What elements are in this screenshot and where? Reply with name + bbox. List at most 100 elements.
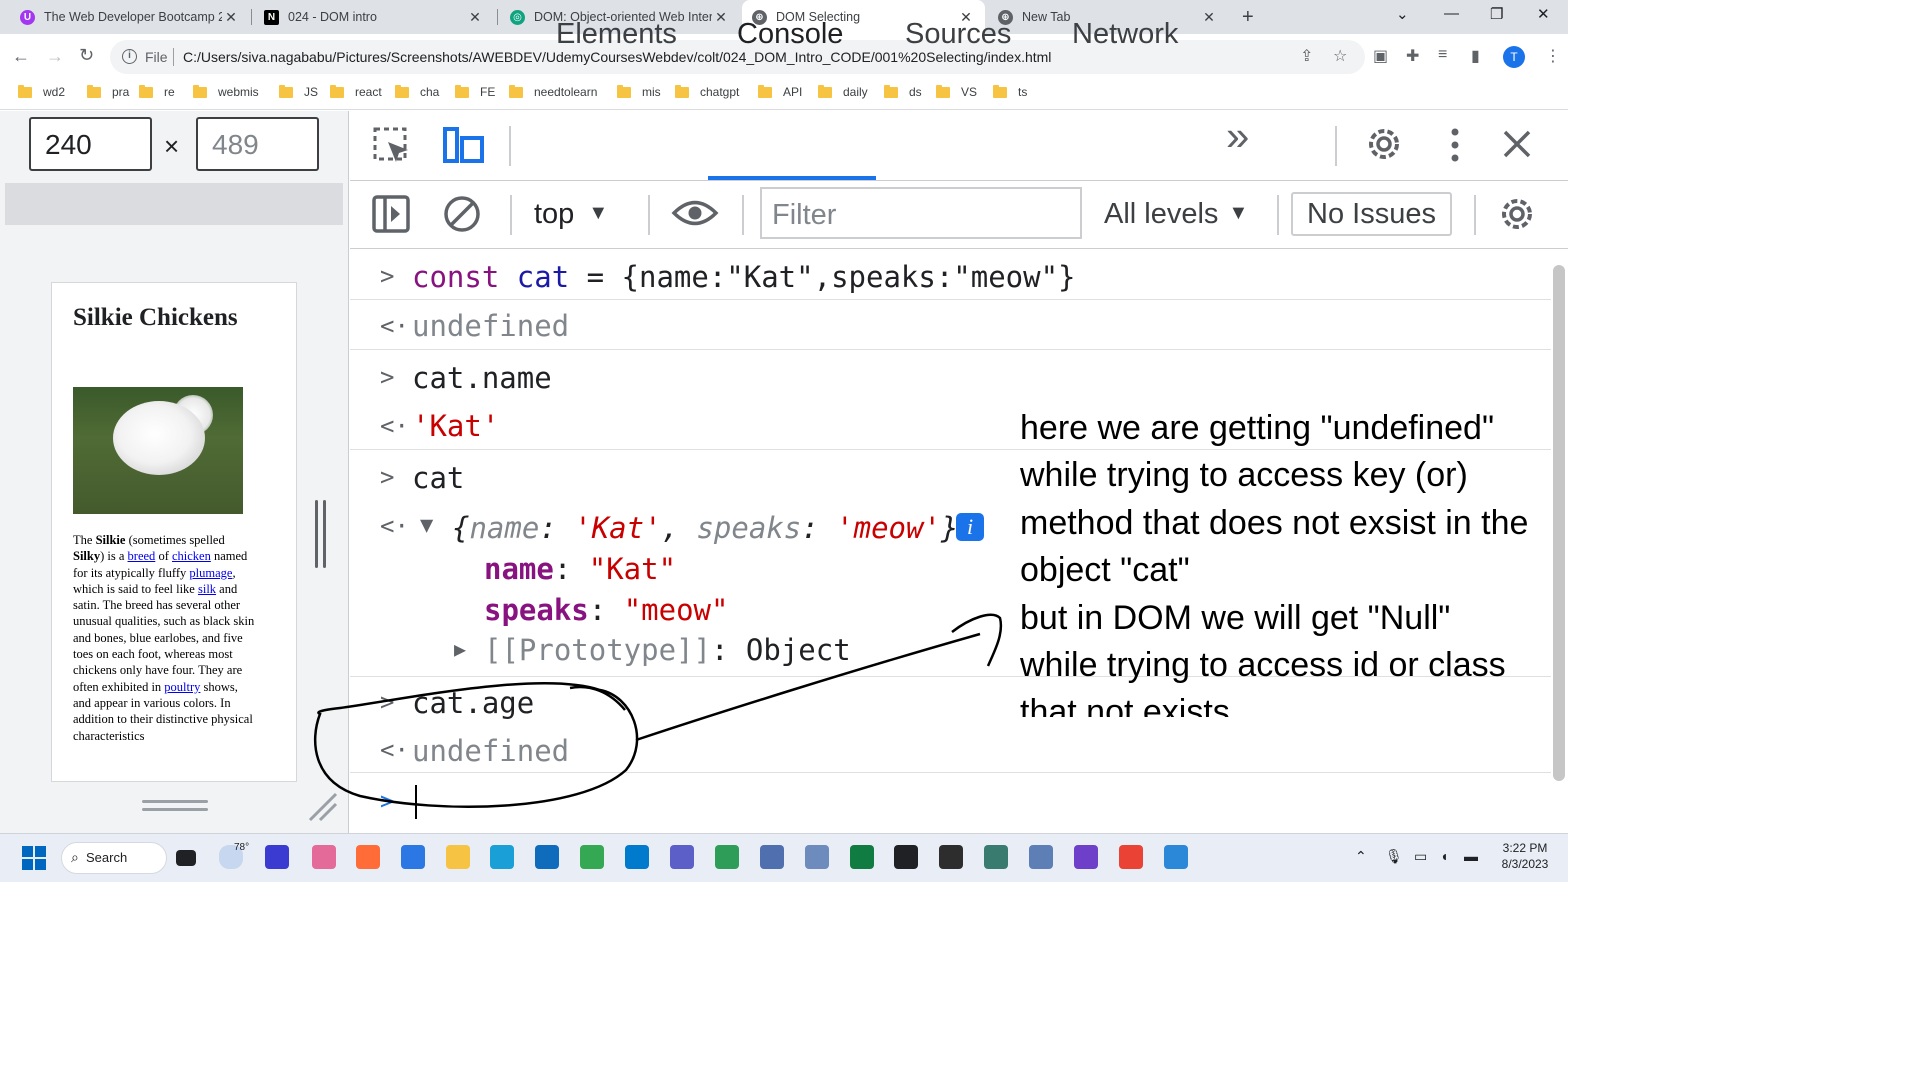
height-input[interactable]: 489 [196,117,319,171]
bookmark-needtolearn[interactable]: needtolearn [509,84,597,99]
app-icon[interactable] [984,845,1008,869]
windows-start-icon[interactable] [22,846,46,870]
wiki-link[interactable]: breed [128,549,156,563]
tab-network[interactable]: Network [1072,18,1178,51]
browser-tab[interactable]: N 024 - DOM intro ✕ [254,0,494,34]
console-result[interactable]: undefined [412,309,569,343]
viewport-width-resizer[interactable] [315,500,327,568]
maximize-button[interactable]: ❐ [1490,5,1503,23]
monitor-icon[interactable] [805,845,829,869]
maps-icon[interactable] [715,845,739,869]
bookmark-js[interactable]: JS [279,84,318,99]
console-filter-input[interactable]: Filter [760,187,1082,239]
more-options-icon[interactable] [1448,126,1462,166]
tab-console[interactable]: Console [737,18,843,51]
side-panel-icon[interactable]: ▮ [1471,46,1480,66]
bookmark-ts[interactable]: ts [993,84,1027,99]
reading-list-icon[interactable]: ≡ [1438,46,1447,64]
webex-icon[interactable] [265,845,289,869]
wiki-link[interactable]: silk [198,582,216,596]
bookmark-cha[interactable]: cha [395,84,439,99]
back-icon[interactable]: ← [12,46,30,67]
bookmark-star-icon[interactable]: ☆ [1333,46,1347,66]
expand-triangle-icon[interactable]: ▼ [420,513,433,538]
inspect-element-icon[interactable] [372,126,412,166]
tab-sources[interactable]: Sources [905,18,1011,51]
viewport-height-resizer[interactable] [142,800,208,812]
github-icon[interactable] [1074,845,1098,869]
system-clock[interactable]: 3:22 PM 8/3/2023 [1494,840,1556,872]
bookmark-react[interactable]: react [330,84,382,99]
width-input[interactable]: 240 [29,117,152,171]
media-query-bar[interactable] [5,183,343,225]
taskbar-search[interactable]: ⌕ Search [61,842,167,874]
bookmark-chatgpt[interactable]: chatgpt [675,84,739,99]
console-settings-gear-icon[interactable] [1497,194,1537,234]
extensions-icon[interactable]: ✚ [1406,46,1419,66]
new-tab-button[interactable]: + [1242,6,1254,29]
close-window-button[interactable]: ✕ [1537,5,1550,23]
bookmark-webmis[interactable]: webmis [193,84,259,99]
bookmark-pra[interactable]: pra [87,84,129,99]
chrome-icon[interactable] [580,845,604,869]
issues-button[interactable]: No Issues [1291,192,1452,236]
bookmark-mis[interactable]: mis [617,84,661,99]
bookmark-vs[interactable]: VS [936,84,977,99]
more-tabs-icon[interactable]: » [1226,112,1249,160]
outlook-icon[interactable] [535,845,559,869]
live-expression-eye-icon[interactable] [671,196,719,230]
postman-icon[interactable] [356,845,380,869]
wiki-link[interactable]: chicken [172,549,211,563]
cmd-icon[interactable] [939,845,963,869]
terminal-icon[interactable] [894,845,918,869]
wiki-link[interactable]: poultry [164,680,200,694]
console-input[interactable]: const cat = {name:"Kat",speaks:"meow"} [412,260,1076,294]
menu-icon[interactable]: ⋮ [1545,46,1561,66]
reload-icon[interactable]: ↻ [79,45,94,66]
tab-elements[interactable]: Elements [556,18,677,51]
network-icon[interactable] [760,845,784,869]
mail-icon[interactable] [1029,845,1053,869]
tab-search-icon[interactable]: ⌄ [1396,5,1409,23]
profile-avatar[interactable]: T [1503,46,1525,68]
info-badge-icon[interactable]: i [956,513,984,541]
console-input[interactable]: cat [412,461,464,495]
browser-tab[interactable]: U The Web Developer Bootcamp 20 ✕ [10,0,250,34]
show-hidden-icons[interactable]: ⌃ [1355,848,1367,865]
close-tab-icon[interactable]: ✕ [1200,9,1218,26]
task-view-icon[interactable] [176,850,196,866]
share-icon[interactable]: ⇪ [1300,46,1313,66]
clear-console-icon[interactable] [442,194,482,234]
bookmark-wd2[interactable]: wd2 [18,84,65,99]
close-tab-icon[interactable]: ✕ [466,9,484,26]
console-result[interactable]: 'Kat' [412,409,499,443]
app-icon[interactable] [1164,845,1188,869]
bookmark-fe[interactable]: FE [455,84,495,99]
bookmark-api[interactable]: API [758,84,802,99]
snipping-tool-icon[interactable] [312,845,336,869]
info-icon[interactable]: i [122,49,137,64]
forward-icon[interactable]: → [46,46,64,67]
vscode-icon[interactable] [625,845,649,869]
object-property[interactable]: name: "Kat" [484,552,676,586]
close-tab-icon[interactable]: ✕ [712,9,730,26]
bookmark-daily[interactable]: daily [818,84,868,99]
battery-icon[interactable]: ▬ [1464,848,1478,864]
bookmark-ds[interactable]: ds [884,84,922,99]
settings-gear-icon[interactable] [1364,124,1404,164]
wiki-link[interactable]: plumage [189,566,232,580]
notepad-icon[interactable] [401,845,425,869]
chrome-profile-icon[interactable] [1119,845,1143,869]
sidebar-toggle-icon[interactable] [372,195,410,233]
close-tab-icon[interactable]: ✕ [222,9,240,26]
console-input[interactable]: cat.name [412,361,552,395]
context-selector[interactable]: top ▼ [534,198,608,231]
url-text[interactable]: C:/Users/siva.nagababu/Pictures/Screensh… [183,49,1051,65]
excel-icon[interactable] [850,845,874,869]
edge-icon[interactable] [490,845,514,869]
file-explorer-icon[interactable] [446,845,470,869]
display-icon[interactable]: ▭ [1414,848,1427,865]
device-toolbar-icon[interactable] [442,126,486,166]
microphone-icon[interactable]: 🎙 [1385,848,1403,865]
bookmark-re[interactable]: re [139,84,175,99]
